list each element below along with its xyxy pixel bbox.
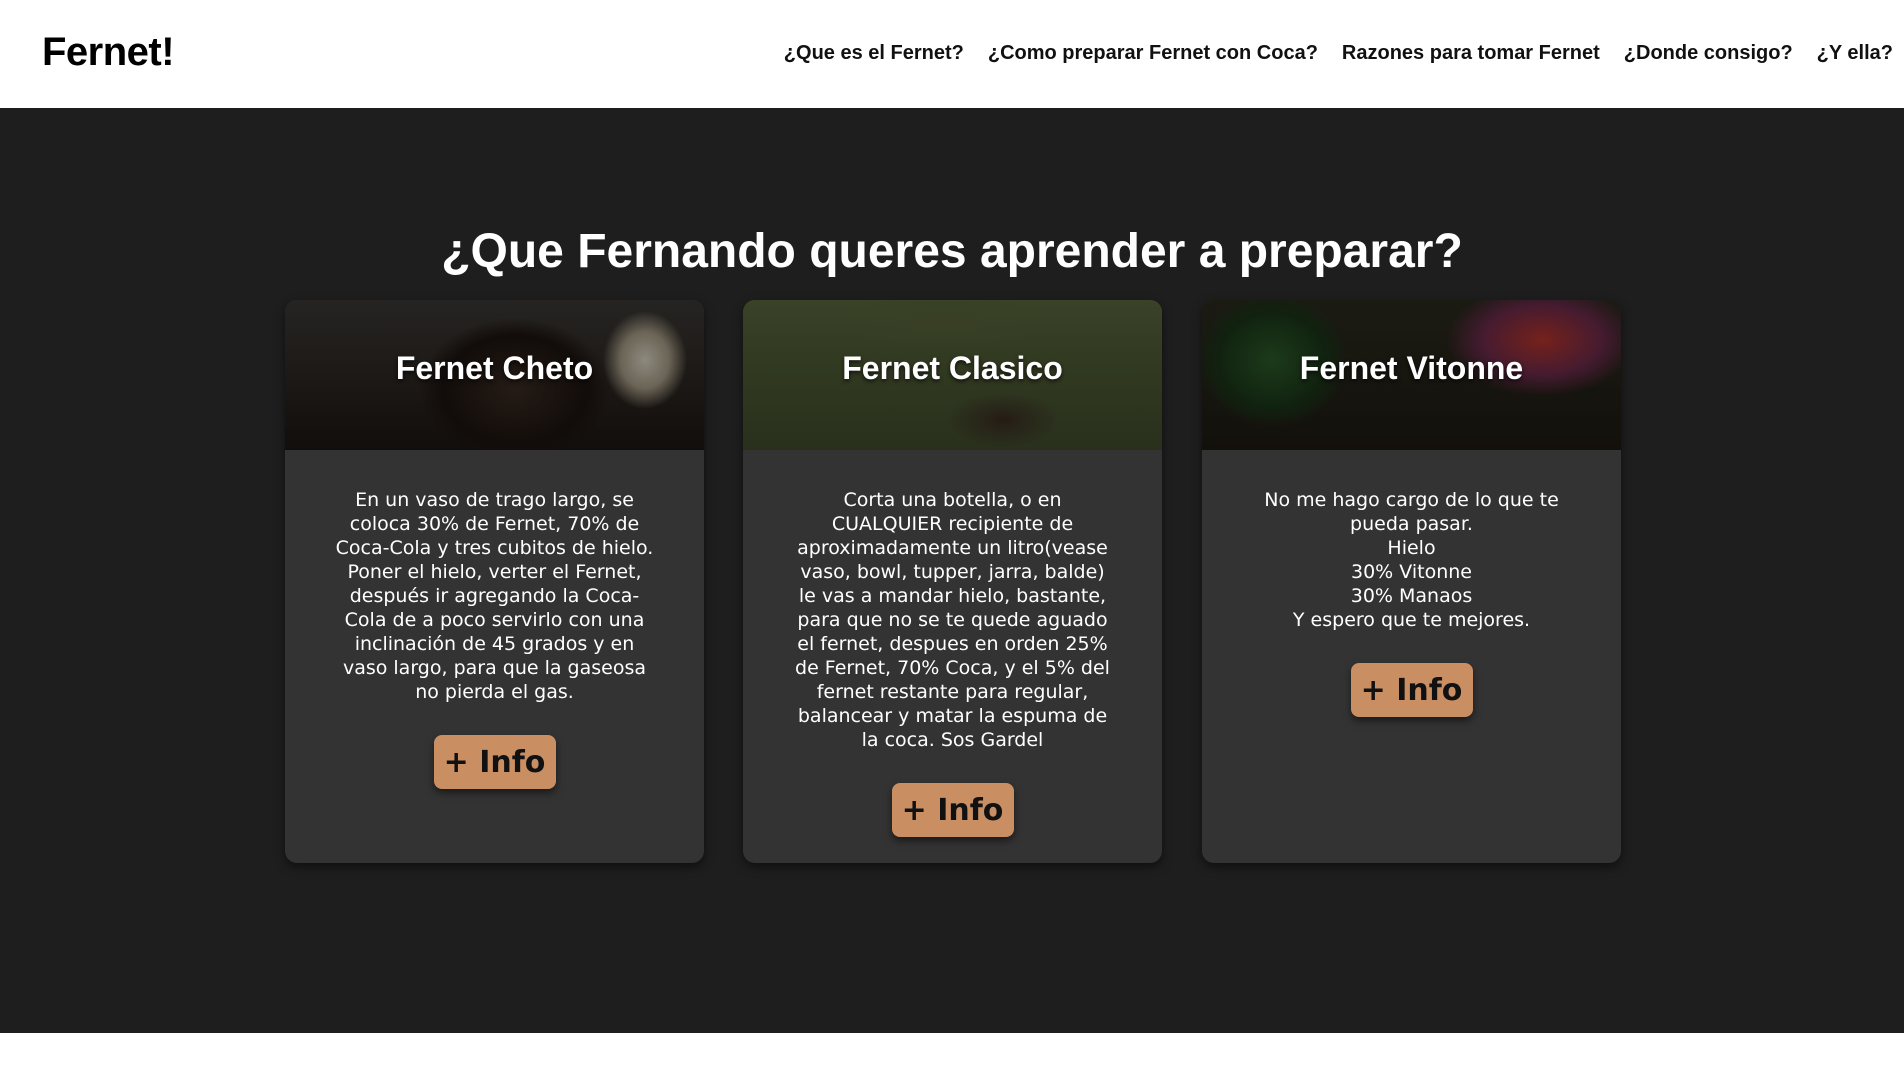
info-button[interactable]: + Info [433,735,556,789]
card-description: No me hago cargo de lo que te pueda pasa… [1264,489,1559,631]
info-button[interactable]: + Info [1350,663,1473,717]
card-title: Fernet Vitonne [1299,350,1524,386]
recipe-card-vitonne: Fernet Vitonne No me hago cargo de lo qu… [1202,300,1621,863]
info-button[interactable]: + Info [891,783,1014,837]
nav-link-que-es[interactable]: ¿Que es el Fernet? [784,42,964,64]
nav-link-razones[interactable]: Razones para tomar Fernet [1342,42,1600,64]
brand-logo[interactable]: Fernet! [42,30,175,75]
card-image: Fernet Cheto [285,300,704,450]
nav-link-donde-consigo[interactable]: ¿Donde consigo? [1624,42,1793,64]
card-image: Fernet Vitonne [1202,300,1621,450]
recipe-card-clasico: Fernet Clasico Corta una botella, o en C… [743,300,1162,863]
hero-section: ¿Que Fernando queres aprender a preparar… [0,108,1904,1033]
nav-link-como-preparar[interactable]: ¿Como preparar Fernet con Coca? [988,42,1318,64]
card-title: Fernet Clasico [842,350,1063,386]
card-image: Fernet Clasico [743,300,1162,450]
card-title: Fernet Cheto [395,350,594,386]
card-description: En un vaso de trago largo, se coloca 30%… [335,489,654,703]
hero-title: ¿Que Fernando queres aprender a preparar… [441,225,1463,278]
card-description: Corta una botella, o en CUALQUIER recipi… [795,489,1110,751]
recipe-card-cheto: Fernet Cheto En un vaso de trago largo, … [285,300,704,863]
nav-link-y-ella[interactable]: ¿Y ella? [1817,42,1893,64]
navbar: Fernet! ¿Que es el Fernet? ¿Como prepara… [0,0,1904,108]
nav-links: ¿Que es el Fernet? ¿Como preparar Fernet… [784,42,1893,65]
